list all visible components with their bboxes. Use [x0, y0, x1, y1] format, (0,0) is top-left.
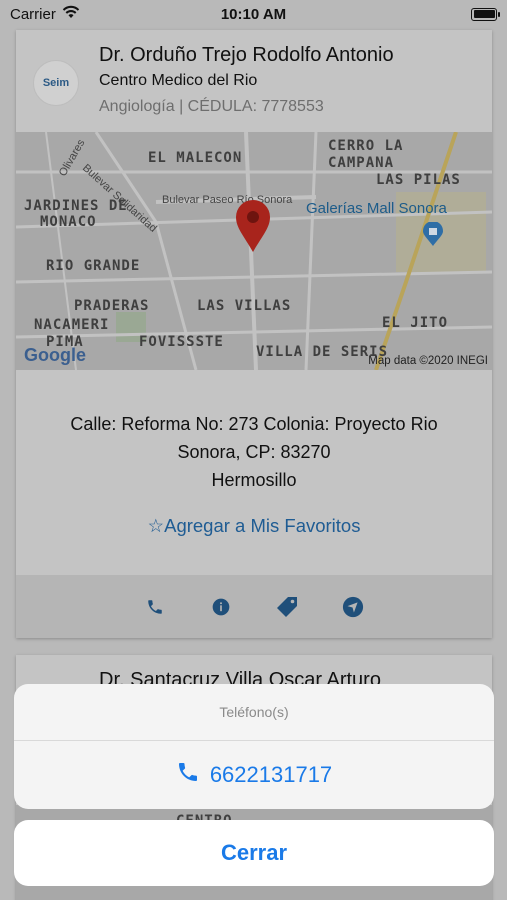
doctor-card[interactable]: Seim Dr. Orduño Trejo Rodolfo Antonio Ce… — [16, 30, 492, 638]
phone-number: 6622131717 — [209, 762, 333, 787]
phone-icon[interactable] — [143, 595, 167, 619]
status-time: 10:10 AM — [220, 5, 287, 23]
logo-text: Seim — [42, 77, 70, 89]
doctor-name: Dr. Orduño Trejo Rodolfo Antonio — [99, 44, 394, 66]
address-block: Calle: Reforma No: 273 Colonia: Proyecto… — [16, 410, 492, 494]
tag-icon[interactable] — [275, 595, 299, 619]
map-attribution: Map data ©2020 INEGI — [368, 355, 488, 367]
doctor-header: Seim Dr. Orduño Trejo Rodolfo Antonio Ce… — [16, 30, 492, 132]
map-label: EL JITO — [382, 315, 449, 331]
clinic-logo: Seim — [33, 60, 79, 106]
map-label: PRADERAS — [74, 298, 150, 314]
location-map[interactable]: EL MALECON CERRO LA CAMPANA LAS PILAS JA… — [16, 132, 492, 370]
card-action-bar — [16, 575, 492, 638]
address-line: Calle: Reforma No: 273 Colonia: Proyecto… — [70, 414, 438, 434]
map-pin-icon — [236, 200, 270, 257]
map-label: LAS VILLAS — [197, 298, 292, 314]
google-logo: Google — [24, 345, 86, 365]
map-label: CERRO LA — [328, 138, 404, 154]
phone-action-sheet: Teléfono(s) 6622131717 — [14, 684, 494, 809]
clinic-name: Centro Medico del Rio — [99, 72, 258, 89]
map-label: CAMPANA — [328, 155, 395, 171]
navigation-icon[interactable] — [341, 595, 365, 619]
map-label: NACAMERI — [34, 317, 110, 333]
doctor-specialty: Angiología | CÉDULA: 7778553 — [99, 98, 324, 115]
action-sheet-title: Teléfono(s) — [14, 684, 494, 741]
map-label: RIO GRANDE — [46, 258, 141, 274]
close-button[interactable]: Cerrar — [14, 820, 494, 886]
map-label: MONACO — [40, 214, 97, 230]
status-bar: Carrier 10:10 AM — [0, 0, 507, 28]
add-favorite-link[interactable]: ☆Agregar a Mis Favoritos — [16, 515, 492, 537]
map-poi-label: Galerías Mall Sonora — [306, 200, 447, 217]
map-label: FOVISSSTE — [139, 334, 224, 350]
address-city: Hermosillo — [211, 470, 297, 490]
phone-icon — [176, 760, 200, 790]
map-label: LAS PILAS — [376, 172, 461, 188]
address-line: Sonora, CP: 83270 — [177, 442, 331, 462]
shopping-bag-icon — [423, 221, 443, 251]
map-street-label: Bulevar Paseo Río Sonora — [162, 194, 293, 206]
phone-number-button[interactable]: 6622131717 — [14, 741, 494, 809]
map-label: EL MALECON — [148, 150, 243, 166]
info-icon[interactable] — [209, 595, 233, 619]
battery-icon — [471, 7, 500, 21]
